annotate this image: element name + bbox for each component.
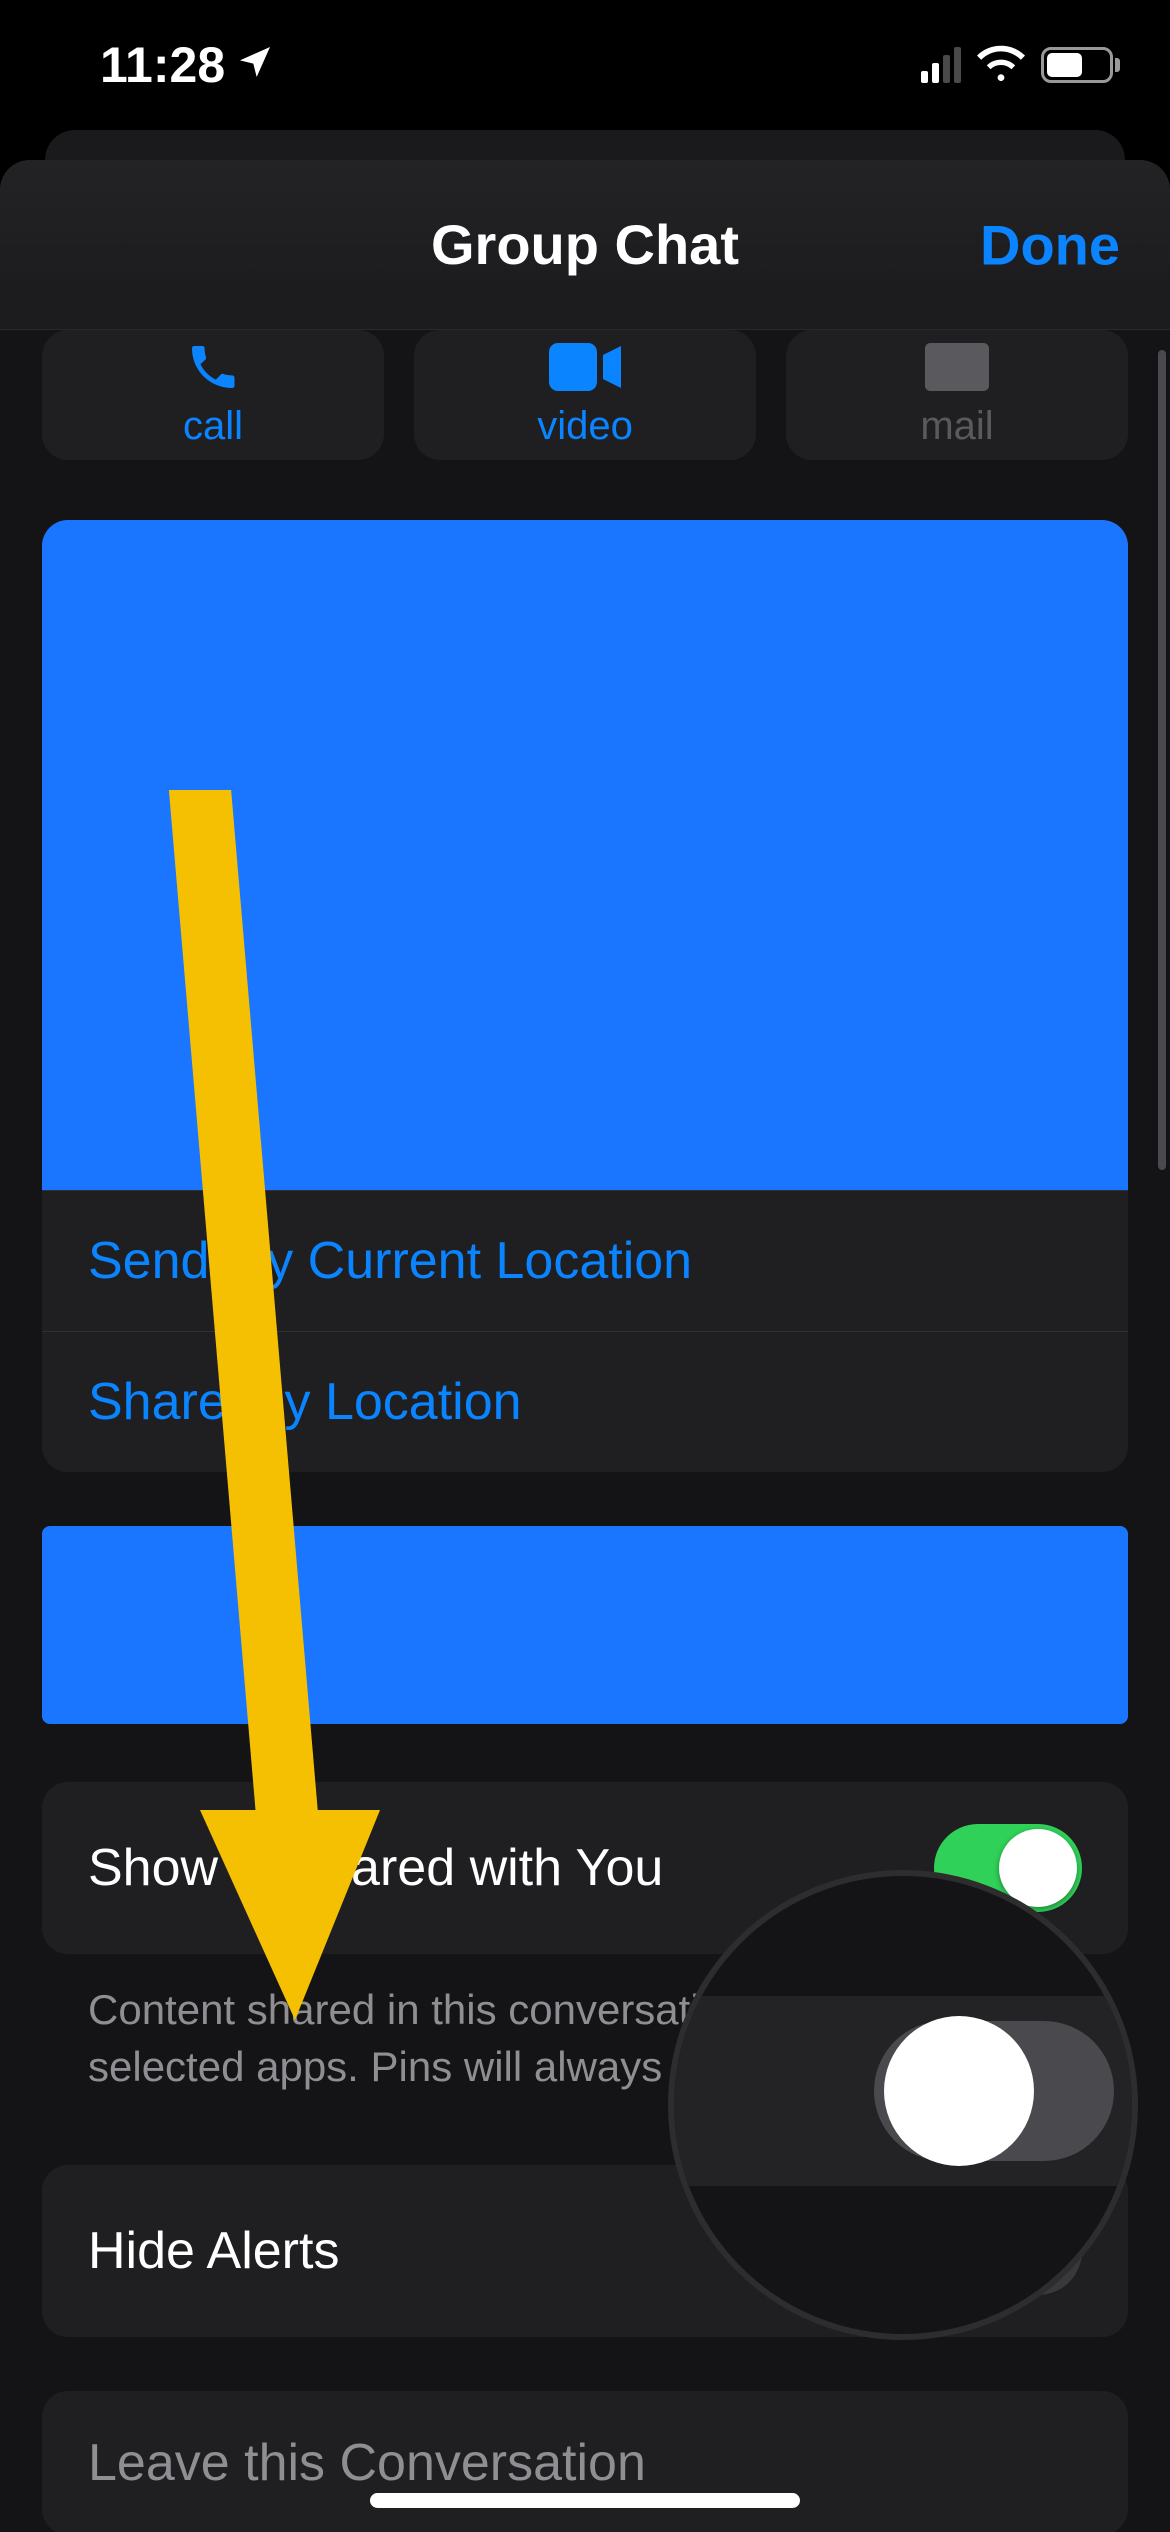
magnified-toggle (874, 2021, 1114, 2161)
leave-conversation-button[interactable]: Leave this Conversation (42, 2391, 1128, 2532)
video-icon (549, 342, 621, 392)
magnified-row (668, 1996, 1138, 2186)
scroll-indicator (1158, 350, 1166, 1170)
hide-alerts-label: Hide Alerts (88, 2221, 339, 2281)
send-current-location-button[interactable]: Send My Current Location (42, 1190, 1128, 1331)
battery-icon (1041, 47, 1120, 83)
contact-actions-row: call video mail (42, 330, 1128, 460)
mail-label: mail (920, 404, 993, 449)
cellular-signal-icon (921, 47, 961, 83)
call-label: call (183, 404, 243, 449)
status-time: 11:28 (100, 36, 225, 94)
call-button[interactable]: call (42, 330, 384, 460)
location-arrow-icon (235, 36, 275, 94)
video-label: video (537, 404, 633, 449)
leave-conversation-label: Leave this Conversation (88, 2433, 646, 2493)
shared-with-you-label: Show in Shared with You (88, 1838, 663, 1898)
video-button[interactable]: video (414, 330, 756, 460)
phone-icon (185, 342, 241, 392)
nav-bar: Group Chat Done (0, 160, 1170, 330)
annotation-magnifier (668, 1870, 1138, 2340)
done-button[interactable]: Done (980, 212, 1120, 277)
wifi-icon (977, 44, 1025, 87)
mail-icon (925, 342, 989, 392)
home-indicator (370, 2493, 800, 2508)
share-my-location-button[interactable]: Share My Location (42, 1331, 1128, 1472)
status-right (921, 44, 1120, 87)
redacted-group-name (42, 1526, 1128, 1724)
mail-button: mail (786, 330, 1128, 460)
redacted-participants (42, 520, 1128, 1190)
leave-section: Leave this Conversation (42, 2391, 1128, 2532)
participants-section: Send My Current Location Share My Locati… (42, 520, 1128, 1472)
page-title: Group Chat (431, 212, 739, 277)
status-time-area: 11:28 (100, 36, 275, 94)
status-bar: 11:28 (0, 0, 1170, 110)
